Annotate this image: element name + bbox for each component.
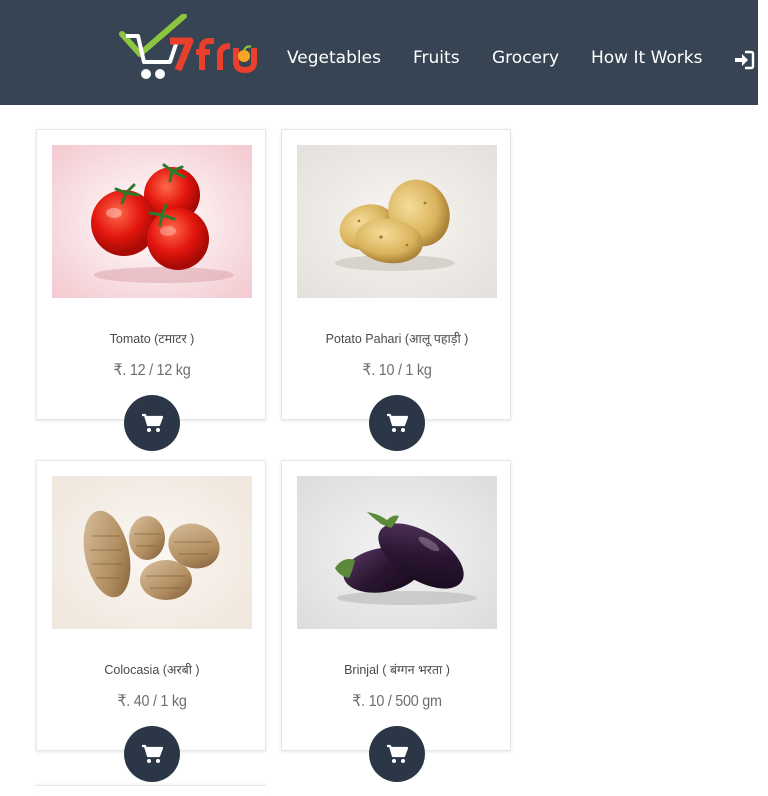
add-to-cart-button[interactable] (369, 395, 425, 451)
product-name: Potato Pahari (आलू पहाड़ी ) (325, 332, 469, 346)
product-name: Brinjal ( बंग्गन भरता ) (344, 663, 450, 677)
tomato-image[interactable] (52, 145, 252, 298)
scrollbar-gutter (758, 0, 768, 790)
sign-in-icon[interactable] (733, 49, 755, 71)
product-card-colocasia: Colocasia (अरबी ) ₹. 40 / 1 kg (36, 460, 266, 782)
product-price: ₹. 10 / 500 gm (352, 693, 442, 710)
add-to-cart-button[interactable] (369, 726, 425, 782)
navbar: Vegetables Fruits Grocery How It Works (0, 0, 758, 105)
nav-fruits[interactable]: Fruits (413, 46, 460, 70)
cart-icon (142, 413, 163, 432)
product-name: Tomato (टमाटर ) (109, 332, 195, 346)
brand-logo[interactable] (118, 13, 260, 84)
product-price: ₹. 40 / 1 kg (117, 693, 187, 710)
cart-icon (387, 744, 408, 763)
product-card-tomato: Tomato (टमाटर ) ₹. 12 / 12 kg (36, 129, 266, 451)
nav-grocery[interactable]: Grocery (492, 46, 559, 70)
product-card-potato: Potato Pahari (आलू पहाड़ी ) ₹. 10 / 1 kg (281, 129, 511, 451)
cart-icon (387, 413, 408, 432)
nav-vegetables[interactable]: Vegetables (287, 46, 381, 70)
nav-how-it-works[interactable]: How It Works (591, 46, 702, 70)
product-name: Colocasia (अरबी ) (104, 663, 200, 677)
add-to-cart-button[interactable] (124, 726, 180, 782)
product-price: ₹. 10 / 1 kg (362, 362, 432, 379)
potato-image[interactable] (297, 145, 497, 298)
product-card-partial (36, 785, 266, 796)
brinjal-image[interactable] (297, 476, 497, 629)
colocasia-image[interactable] (52, 476, 252, 629)
add-to-cart-button[interactable] (124, 395, 180, 451)
product-card-brinjal: Brinjal ( बंग्गन भरता ) ₹. 10 / 500 gm (281, 460, 511, 782)
cart-icon (142, 744, 163, 763)
product-price: ₹. 12 / 12 kg (113, 362, 191, 379)
